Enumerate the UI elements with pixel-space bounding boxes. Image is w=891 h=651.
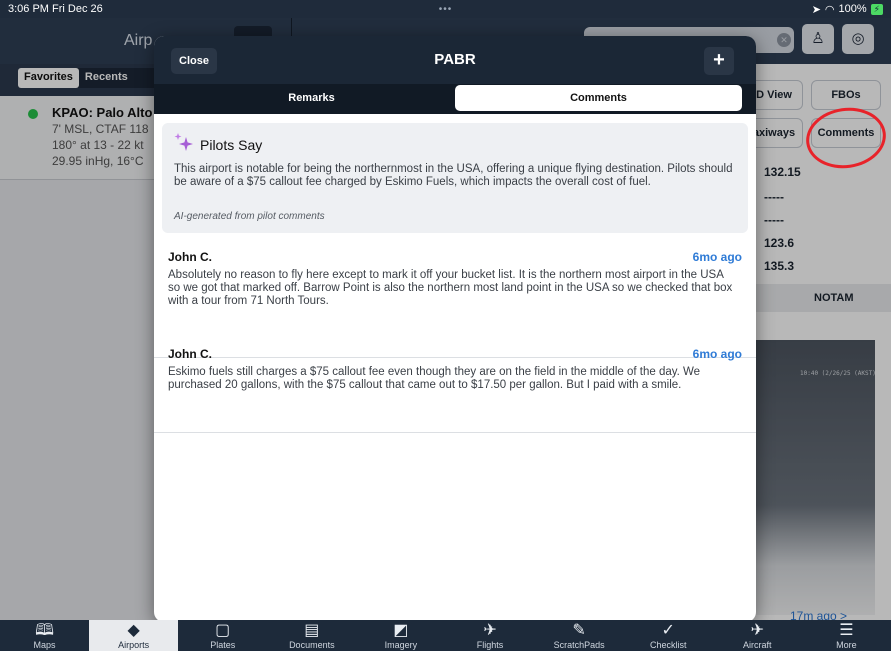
tab-label: ScratchPads bbox=[553, 640, 605, 650]
tab-label: Airports bbox=[118, 640, 150, 650]
comment-time: 6mo ago bbox=[692, 347, 742, 361]
airport-icon: ◆ bbox=[127, 622, 140, 639]
tab-label: Flights bbox=[476, 640, 504, 650]
tab-scratchpads[interactable]: ✎ ScratchPads bbox=[535, 620, 624, 651]
tab-more[interactable]: ☰ More bbox=[802, 620, 891, 651]
imagery-icon: ◩ bbox=[393, 622, 409, 639]
tab-imagery[interactable]: ◩ Imagery bbox=[356, 620, 445, 651]
comment-text: Eskimo fuels still charges a $75 callout… bbox=[168, 366, 701, 391]
tab-label: Imagery bbox=[384, 640, 418, 650]
tab-label: Plates bbox=[210, 640, 236, 650]
documents-icon: ▤ bbox=[304, 622, 320, 639]
modal-title: PABR bbox=[434, 51, 476, 68]
add-comment-button[interactable]: + bbox=[704, 47, 734, 75]
flights-icon: ✈ bbox=[483, 622, 497, 639]
comment-item: John C. 6mo ago Absolutely no reason to … bbox=[154, 250, 756, 358]
comment-item: John C. 6mo ago Eskimo fuels still charg… bbox=[154, 347, 756, 433]
checkmark-icon: ✓ bbox=[661, 622, 675, 639]
modal-segmented-control: Remarks Comments bbox=[168, 85, 742, 111]
menu-icon: ☰ bbox=[839, 622, 854, 639]
plus-icon: + bbox=[713, 49, 725, 71]
comments-modal: Close PABR + Remarks Comments Pilots Say… bbox=[154, 36, 756, 622]
tab-label: Maps bbox=[33, 640, 56, 650]
summary-disclaimer: AI-generated from pilot comments bbox=[174, 211, 325, 222]
tab-flights[interactable]: ✈ Flights bbox=[445, 620, 534, 651]
tab-maps[interactable]: 🕮 Maps bbox=[0, 620, 89, 651]
aircraft-icon: ✈ bbox=[750, 622, 764, 639]
comment-author: John C. bbox=[168, 250, 212, 264]
tab-comments[interactable]: Comments bbox=[455, 85, 742, 111]
tab-label: Documents bbox=[289, 640, 335, 650]
tab-airports[interactable]: ◆ Airports bbox=[89, 620, 179, 651]
tab-label: Checklist bbox=[649, 640, 687, 650]
tab-label: More bbox=[836, 640, 857, 650]
tab-remarks[interactable]: Remarks bbox=[168, 85, 455, 111]
pencil-icon: ✎ bbox=[572, 622, 586, 639]
ai-summary-card: Pilots Say This airport is notable for b… bbox=[162, 123, 748, 233]
map-icon: 🕮 bbox=[35, 622, 54, 639]
tab-aircraft[interactable]: ✈ Aircraft bbox=[713, 620, 802, 651]
tab-checklist[interactable]: ✓ Checklist bbox=[624, 620, 713, 651]
status-bar: 3:06 PM Fri Dec 26 ••• ➤ ◠ 100% ⚡ bbox=[0, 0, 891, 18]
tab-plates[interactable]: ▢ Plates bbox=[178, 620, 267, 651]
summary-title: Pilots Say bbox=[200, 137, 263, 153]
modal-header: Close PABR + bbox=[154, 36, 756, 84]
bottom-tab-bar: 🕮 Maps ◆ Airports ▢ Plates ▤ Documents ◩… bbox=[0, 620, 891, 651]
modal-tab-strip: Remarks Comments bbox=[154, 84, 756, 114]
plates-icon: ▢ bbox=[215, 622, 231, 639]
summary-text: This airport is notable for being the no… bbox=[174, 163, 733, 188]
sparkle-icon bbox=[174, 133, 193, 151]
comment-text: Absolutely no reason to fly here except … bbox=[168, 269, 733, 307]
multitask-dots[interactable]: ••• bbox=[0, 4, 891, 15]
tab-label: Aircraft bbox=[743, 640, 772, 650]
tab-documents[interactable]: ▤ Documents bbox=[267, 620, 356, 651]
comment-time: 6mo ago bbox=[692, 250, 742, 264]
comment-author: John C. bbox=[168, 347, 212, 361]
